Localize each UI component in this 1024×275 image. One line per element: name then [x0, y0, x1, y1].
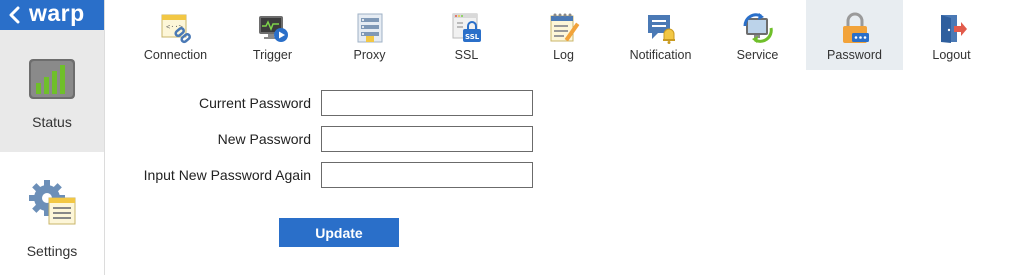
current-password-input[interactable] [321, 90, 533, 116]
brand-name: warp [29, 0, 85, 26]
brand-bar[interactable]: warp [0, 0, 104, 30]
sidebar-item-label: Settings [26, 243, 78, 259]
tab-label: Notification [629, 48, 692, 62]
sidebar-item-label: Status [32, 114, 72, 130]
confirm-password-input[interactable] [321, 162, 533, 188]
tab-label: Connection [143, 48, 208, 62]
ssl-lock-icon: SSL [451, 12, 483, 44]
tab-log[interactable]: Log [515, 0, 612, 70]
link-document-icon: <··> [160, 12, 192, 44]
tab-label: SSL [454, 48, 479, 62]
tab-label: Proxy [353, 48, 386, 62]
monitor-play-icon [257, 12, 289, 44]
sidebar-item-status[interactable]: Status [0, 30, 104, 152]
current-password-label: Current Password [198, 95, 311, 111]
new-password-label: New Password [217, 131, 311, 147]
tab-label: Password [827, 48, 882, 62]
tab-trigger[interactable]: Trigger [224, 0, 321, 70]
tab-connection[interactable]: <··> Connection [127, 0, 224, 70]
update-button[interactable]: Update [279, 218, 399, 247]
monitor-refresh-icon [742, 12, 774, 44]
notebook-pencil-icon [548, 12, 580, 44]
top-toolbar: <··> Connection Trigger Proxy SSL SSL Lo… [127, 0, 1000, 70]
chevron-left-icon[interactable] [3, 0, 27, 30]
tab-proxy[interactable]: Proxy [321, 0, 418, 70]
tab-service[interactable]: Service [709, 0, 806, 70]
svg-text:SSL: SSL [465, 33, 480, 41]
padlock-icon [839, 12, 871, 44]
gear-document-icon [27, 178, 77, 231]
tab-label: Service [736, 48, 779, 62]
sidebar: warp Status Settings [0, 0, 105, 275]
tab-password[interactable]: Password [806, 0, 903, 70]
door-exit-icon [936, 12, 968, 44]
bar-chart-icon [28, 58, 76, 105]
tab-label: Logout [932, 48, 971, 62]
tab-label: Trigger [252, 48, 293, 62]
tab-notification[interactable]: Notification [612, 0, 709, 70]
new-password-input[interactable] [321, 126, 533, 152]
server-list-icon [354, 12, 386, 44]
confirm-password-label: Input New Password Again [143, 167, 311, 183]
tab-logout[interactable]: Logout [903, 0, 1000, 70]
sidebar-item-settings[interactable]: Settings [0, 152, 104, 275]
tab-ssl[interactable]: SSL SSL [418, 0, 515, 70]
tab-label: Log [553, 48, 574, 62]
speech-bubble-bell-icon [645, 12, 677, 44]
